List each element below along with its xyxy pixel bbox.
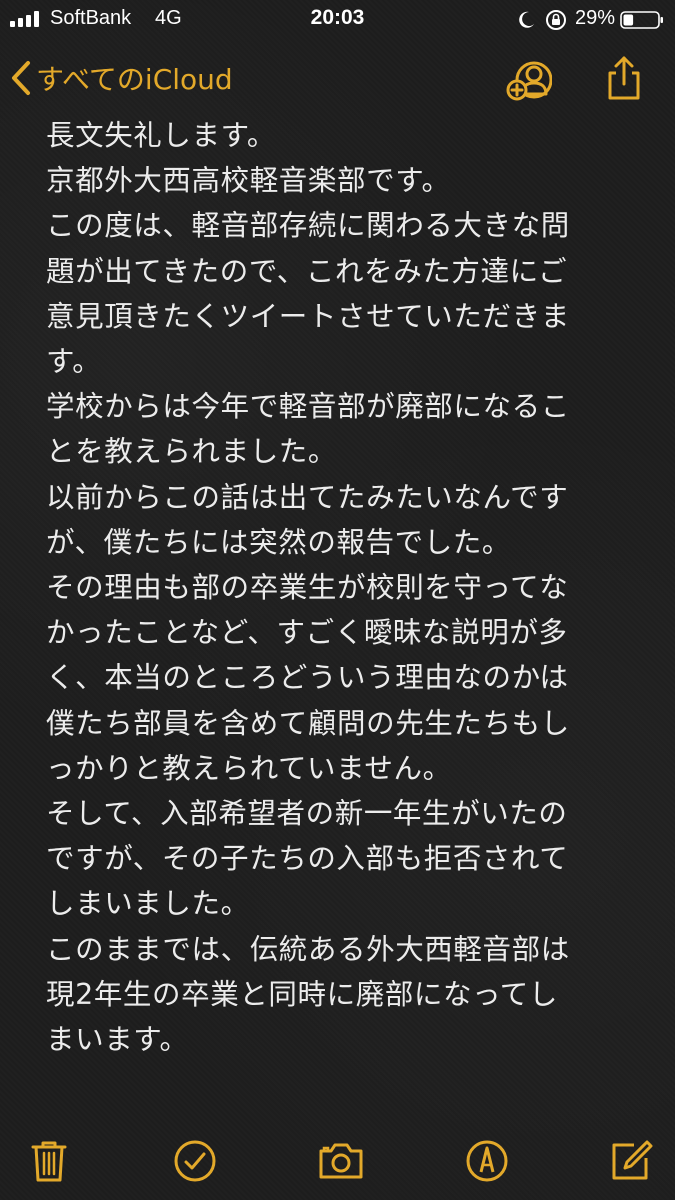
note-line: ですが、その子たちの入部も拒否されて: [46, 842, 569, 876]
delete-note-button[interactable]: [24, 1136, 74, 1186]
markup-icon: [466, 1140, 508, 1182]
navigation-bar: すべてのiCloud: [0, 44, 675, 114]
battery-icon: [620, 11, 663, 29]
clock-time: 20:03: [310, 6, 365, 29]
share-icon[interactable]: [600, 54, 648, 102]
note-line: とを教えられました。: [46, 435, 338, 469]
rotation-lock-icon: [546, 10, 566, 30]
note-body[interactable]: 長文失礼します。 京都外大西高校軽音楽部です。 この度は、軽音部存続に関わる大き…: [46, 113, 656, 1062]
back-button-label: すべてのiCloud: [36, 63, 233, 96]
note-line: す。: [46, 345, 102, 379]
battery-percentage: 29%: [575, 7, 616, 29]
note-line: が、僕たちには突然の報告でした。: [46, 525, 512, 559]
checklist-icon: [174, 1140, 216, 1182]
add-person-icon[interactable]: [504, 56, 552, 104]
note-line: 長文失礼します。: [46, 119, 276, 152]
note-line: この度は、軽音部存続に関わる大きな問: [46, 209, 570, 243]
chevron-left-icon: [12, 61, 30, 95]
trash-icon: [31, 1141, 67, 1182]
moon-icon: [519, 11, 534, 28]
back-button[interactable]: すべてのiCloud: [10, 56, 233, 100]
compose-icon: [612, 1140, 653, 1180]
note-line: まいます。: [46, 1023, 189, 1057]
note-line: 現2年生の卒業と同時に廃部になってし: [46, 977, 559, 1011]
note-line: そして、入部希望者の新一年生がいたの: [46, 797, 568, 831]
checklist-button[interactable]: [170, 1136, 220, 1186]
note-line: その理由も部の卒業生が校則を守ってな: [46, 571, 569, 605]
bottom-toolbar: [0, 1128, 675, 1194]
camera-button[interactable]: [316, 1136, 366, 1186]
note-line: 京都外大西高校軽音楽部です。: [46, 164, 451, 198]
note-line: このままでは、伝統ある外大西軽音部は: [46, 932, 570, 966]
note-line: 題が出てきたので、これをみた方達にご: [46, 254, 568, 288]
note-line: 僕たち部員を含めて顧問の先生たちもし: [46, 706, 570, 740]
note-line: 意見頂きたくツイートさせていただきま: [46, 299, 570, 333]
compose-note-button[interactable]: [606, 1136, 656, 1186]
note-line: しまいました。: [46, 887, 250, 921]
camera-icon: [319, 1143, 363, 1179]
note-line: かったことなど、すごく曖昧な説明が多: [46, 616, 568, 650]
note-line: 以前からこの話は出てたみたいなんです: [46, 480, 569, 514]
note-line: っかりと教えられていません。: [46, 751, 452, 785]
note-line: く、本当のところどういう理由なのかは: [46, 661, 569, 695]
note-line: 学校からは今年で軽音部が廃部になるこ: [46, 390, 570, 424]
markup-button[interactable]: [462, 1136, 512, 1186]
status-bar: SoftBank 4G 20:03 29%: [0, 0, 675, 40]
